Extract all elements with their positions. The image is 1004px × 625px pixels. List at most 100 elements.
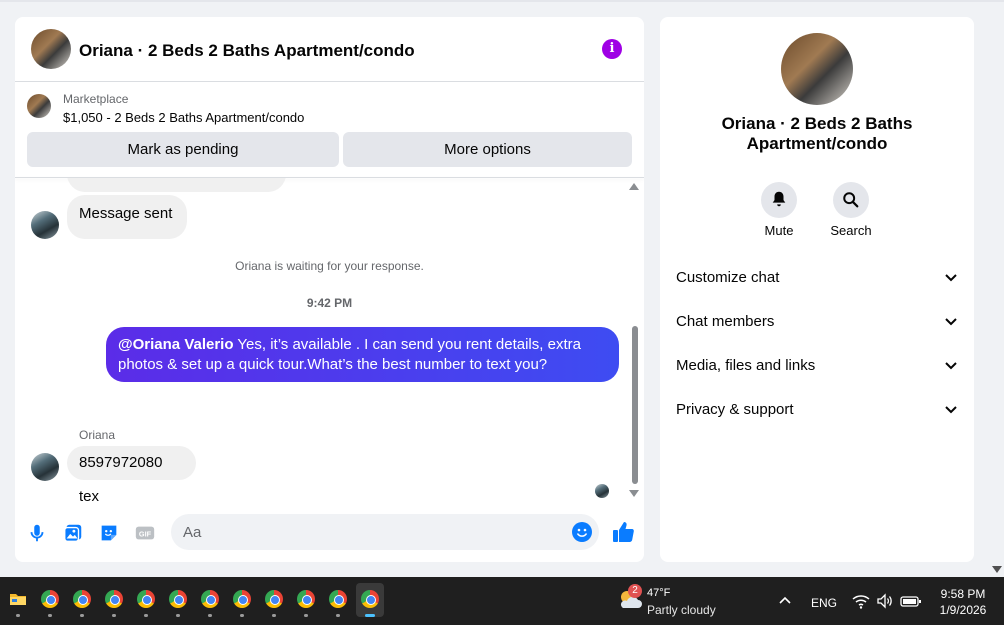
message-sent-bubble: Message sent (67, 195, 187, 239)
chrome-window-4[interactable] (132, 583, 160, 617)
chevron-down-icon (945, 362, 957, 370)
chrome-icon (169, 590, 187, 608)
conversation-title: Oriana · 2 Beds 2 Baths Apartment/condo (721, 114, 913, 153)
app-indicator (272, 614, 276, 617)
chrome-window-8[interactable] (260, 583, 288, 617)
emoji-icon[interactable] (572, 522, 592, 542)
message-input[interactable] (171, 514, 599, 550)
chrome-window-6[interactable] (196, 583, 224, 617)
listing-price[interactable]: $1,050 - 2 Beds 2 Baths Apartment/condo (63, 110, 304, 125)
clock-time[interactable]: 9:58 PM (930, 587, 996, 601)
outgoing-message-bubble: @Oriana Valerio Yes, it’s available . I … (106, 327, 619, 382)
message-timestamp: 9:42 PM (306, 296, 353, 310)
chat-panel: Oriana · 2 Beds 2 Baths Apartment/condo … (15, 17, 644, 562)
conversation-avatar[interactable] (781, 33, 853, 105)
info-icon[interactable]: i (602, 39, 622, 59)
chrome-icon (73, 590, 91, 608)
speaker-icon[interactable] (876, 593, 894, 609)
scroll-up-arrow[interactable] (629, 183, 639, 190)
chevron-down-icon (945, 406, 957, 414)
app-indicator (112, 614, 116, 617)
chrome-window-2[interactable] (68, 583, 96, 617)
thumbs-up-icon[interactable] (611, 520, 635, 544)
folder-icon (10, 594, 26, 605)
section-label: Customize chat (676, 269, 780, 286)
more-options-button[interactable]: More options (343, 132, 632, 167)
file-explorer-button[interactable] (4, 583, 32, 617)
chrome-window-1[interactable] (36, 583, 64, 617)
battery-icon[interactable] (900, 593, 922, 609)
mark-as-pending-button[interactable]: Mark as pending (27, 132, 339, 167)
language-indicator[interactable]: ENG (811, 596, 837, 610)
privacy-support-section[interactable]: Privacy & support (660, 389, 974, 433)
chat-title[interactable]: Oriana · 2 Beds 2 Baths Apartment/condo (79, 41, 415, 61)
app-indicator (304, 614, 308, 617)
taskbar: 2 47°F Partly cloudy ENG 9:58 PM 1/9/202… (0, 577, 1004, 625)
chrome-icon (297, 590, 315, 608)
clock-date[interactable]: 1/9/2026 (930, 603, 996, 617)
weather-description[interactable]: Partly cloudy (647, 603, 716, 617)
chrome-window-10[interactable] (324, 583, 352, 617)
mute-button[interactable] (761, 182, 797, 218)
window-top-border (0, 0, 1004, 2)
section-label: Privacy & support (676, 401, 794, 418)
incoming-message-bubble: 8597972080 tex (67, 446, 196, 505)
section-label: Chat members (676, 313, 775, 330)
microphone-icon[interactable] (26, 522, 48, 544)
section-label: Media, files and links (676, 357, 816, 374)
sender-avatar[interactable] (31, 453, 59, 481)
chrome-window-9[interactable] (292, 583, 320, 617)
chevron-down-icon (945, 318, 957, 326)
sticker-icon[interactable] (98, 522, 120, 544)
read-receipt-avatar (595, 484, 609, 498)
mute-label[interactable]: Mute (744, 223, 814, 238)
listing-avatar[interactable] (31, 29, 71, 69)
chrome-icon (105, 590, 123, 608)
customize-chat-section[interactable]: Customize chat (660, 257, 974, 301)
app-indicator (176, 614, 180, 617)
search-icon (843, 192, 859, 208)
chrome-window-3[interactable] (100, 583, 128, 617)
chat-members-section[interactable]: Chat members (660, 301, 974, 345)
message-scrollbar-thumb[interactable] (632, 326, 638, 484)
message-bubble-cut-off: Hi Claire, is this still available? (67, 178, 286, 192)
sender-avatar[interactable] (31, 211, 59, 239)
chrome-window-5[interactable] (164, 583, 192, 617)
search-button[interactable] (833, 182, 869, 218)
chat-header: Oriana · 2 Beds 2 Baths Apartment/condo … (15, 17, 644, 82)
app-indicator (240, 614, 244, 617)
chevron-up-icon[interactable] (778, 595, 792, 605)
chevron-down-icon (945, 274, 957, 282)
waiting-notice: Oriana is waiting for your response. (235, 259, 424, 273)
weather-temperature[interactable]: 47°F (647, 587, 670, 599)
chrome-icon (41, 590, 59, 608)
app-indicator (208, 614, 212, 617)
conversation-info-panel: Oriana · 2 Beds 2 Baths Apartment/condo … (660, 17, 974, 562)
mention[interactable]: @Oriana Valerio (118, 336, 234, 353)
chrome-window-7[interactable] (228, 583, 256, 617)
app-indicator (16, 614, 20, 617)
chrome-icon (137, 590, 155, 608)
app-indicator (80, 614, 84, 617)
message-list[interactable]: Hi Claire, is this still available? Mess… (15, 178, 644, 508)
search-label[interactable]: Search (816, 223, 886, 238)
app-indicator (365, 614, 375, 617)
marketplace-thumbnail (27, 94, 51, 118)
app-indicator (48, 614, 52, 617)
media-files-links-section[interactable]: Media, files and links (660, 345, 974, 389)
page-scroll-down-arrow[interactable] (992, 566, 1002, 573)
photo-icon[interactable] (62, 522, 84, 544)
scroll-down-arrow[interactable] (629, 490, 639, 497)
marketplace-label: Marketplace (63, 92, 129, 106)
reply-sender-name: Oriana (79, 428, 116, 442)
chrome-icon (265, 590, 283, 608)
bell-icon (772, 191, 786, 207)
gif-icon[interactable]: GIF (134, 522, 156, 544)
svg-text:GIF: GIF (139, 530, 152, 539)
wifi-icon[interactable] (852, 593, 870, 609)
app-indicator (336, 614, 340, 617)
chrome-window-active[interactable] (356, 583, 384, 617)
chrome-icon (233, 590, 251, 608)
app-indicator (144, 614, 148, 617)
chrome-icon (361, 590, 379, 608)
